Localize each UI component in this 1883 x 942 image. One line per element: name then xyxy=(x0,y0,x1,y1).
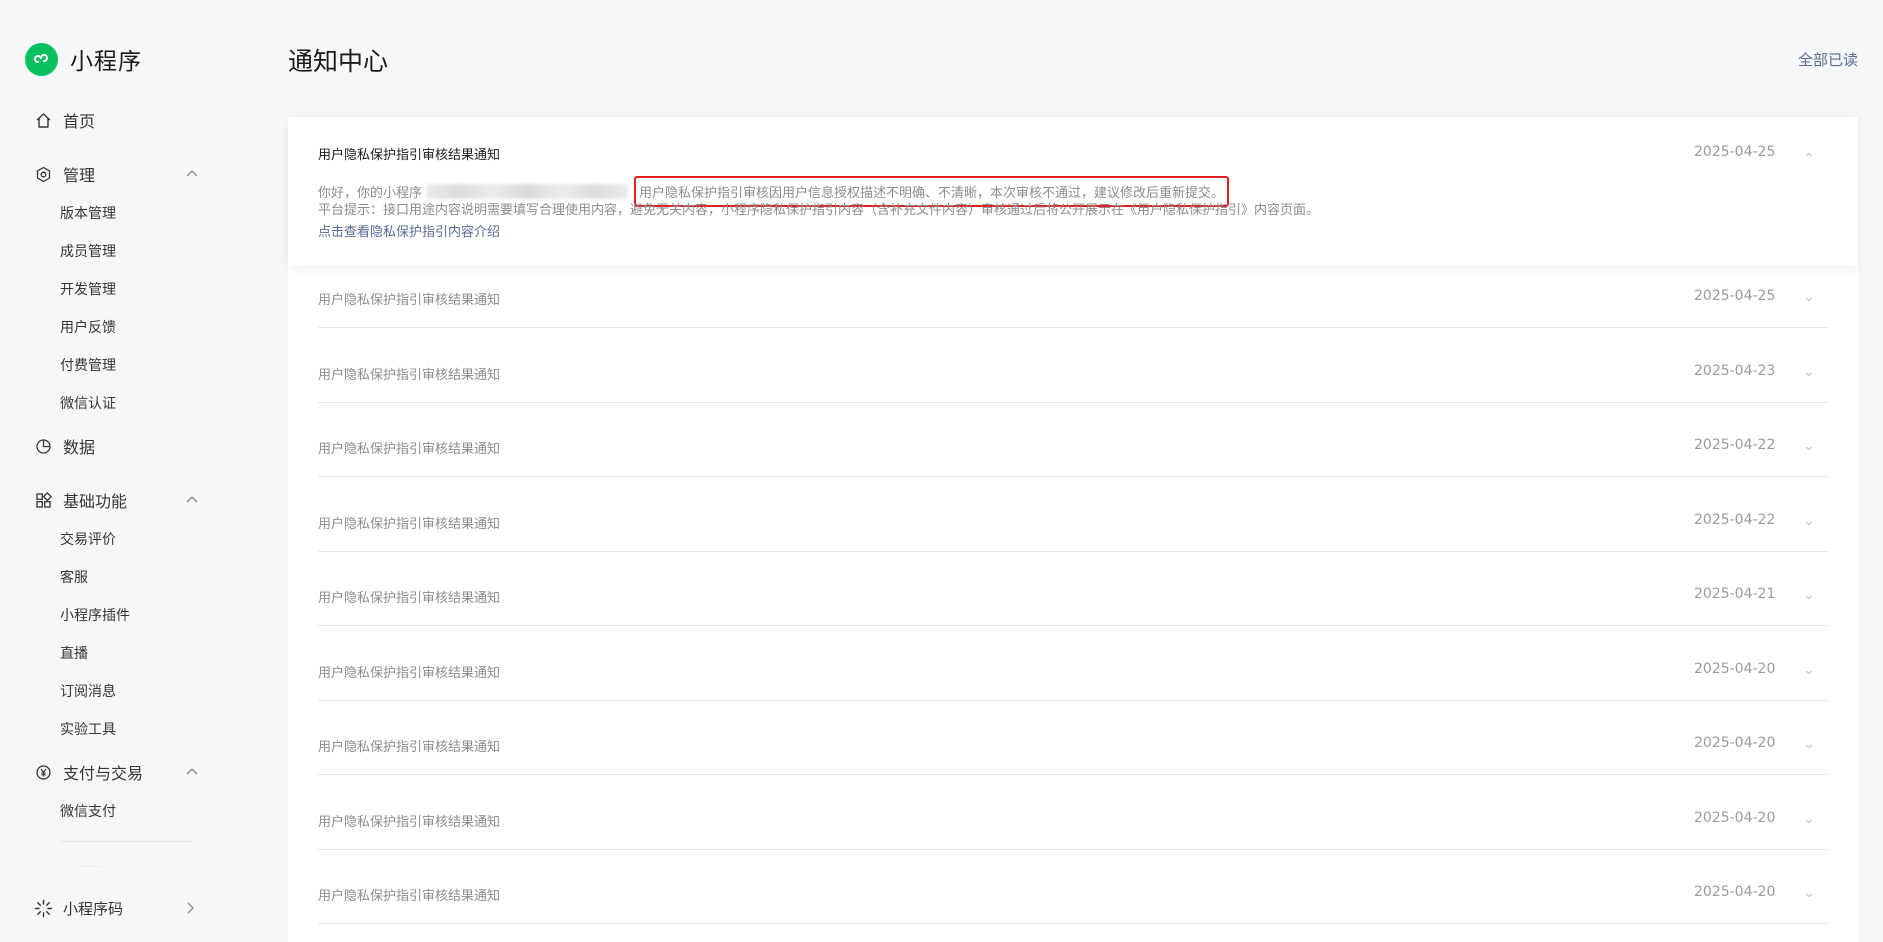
sidebar-item-wechat-pay[interactable]: 微信支付 xyxy=(60,802,116,822)
chevron-up-icon xyxy=(184,166,200,182)
notification-title: 用户隐私保护指引审核结果通知 xyxy=(318,148,501,163)
chevron-down-icon[interactable] xyxy=(1804,513,1814,525)
notification-date: 2025-04-20 xyxy=(1694,660,1776,677)
chevron-down-icon[interactable] xyxy=(1804,885,1814,898)
settings-hexagon-icon xyxy=(34,165,52,183)
notification-date: 2025-04-21 xyxy=(1694,586,1776,602)
notification-date: 2025-04-25 xyxy=(1694,288,1776,304)
chevron-up-icon xyxy=(184,492,200,508)
chevron-down-icon[interactable] xyxy=(1804,364,1814,376)
sidebar-item-reviews[interactable]: 交易评价 xyxy=(60,530,116,550)
sidebar-item-home[interactable]: 首页 xyxy=(34,108,95,132)
notification-title: 用户隐私保护指引审核结果通知 xyxy=(318,740,501,755)
page-title: 通知中心 xyxy=(288,47,389,76)
notification-date: 2025-04-22 xyxy=(1694,511,1776,528)
sidebar-item-dev[interactable]: 开发管理 xyxy=(60,280,116,300)
sidebar: 小程序 首页 管理 版本管理 成员管理 开发管理 用户反馈 付费管理 微信认证 … xyxy=(0,0,240,942)
notification-date: 2025-04-20 xyxy=(1694,884,1776,900)
sidebar-group-manage[interactable]: 管理 xyxy=(34,162,198,186)
sidebar-item-label: 数据 xyxy=(63,438,96,457)
notification-title: 用户隐私保护指引审核结果通知 xyxy=(318,889,501,904)
sidebar-item-label: 首页 xyxy=(63,112,96,131)
miniprogram-code-icon xyxy=(34,899,53,918)
sidebar-group-pay[interactable]: 支付与交易 xyxy=(34,760,198,784)
chevron-down-icon[interactable] xyxy=(1804,736,1814,749)
sidebar-item-feedback[interactable]: 用户反馈 xyxy=(60,318,116,338)
sidebar-item-members[interactable]: 成员管理 xyxy=(60,242,116,262)
brand[interactable]: 小程序 xyxy=(25,42,142,76)
chevron-down-icon[interactable] xyxy=(1804,662,1814,674)
notification-title: 用户隐私保护指引审核结果通知 xyxy=(318,591,501,606)
notification-date: 2025-04-22 xyxy=(1694,437,1776,453)
chevron-down-icon[interactable] xyxy=(1804,289,1814,302)
notification-title: 用户隐私保护指引审核结果通知 xyxy=(318,293,501,308)
sidebar-item-version[interactable]: 版本管理 xyxy=(60,204,116,224)
notification-title: 用户隐私保护指引审核结果通知 xyxy=(318,665,501,681)
notification-item[interactable]: 用户隐私保护指引审核结果通知 2025-04-22 xyxy=(318,415,1828,477)
notification-date: 2025-04-25 xyxy=(1694,144,1776,160)
sidebar-item-wechat-auth[interactable]: 微信认证 xyxy=(60,394,116,414)
chevron-down-icon[interactable] xyxy=(1804,438,1814,451)
notification-item[interactable]: 用户隐私保护指引审核结果通知 2025-04-25 xyxy=(318,266,1828,328)
home-icon xyxy=(34,111,52,129)
chevron-up-icon xyxy=(184,764,200,780)
sidebar-group-label: 基础功能 xyxy=(63,492,128,511)
sidebar-divider xyxy=(80,866,100,867)
sidebar-item-billing[interactable]: 付费管理 xyxy=(60,356,116,376)
notification-title: 用户隐私保护指引审核结果通知 xyxy=(318,516,501,532)
notification-title: 用户隐私保护指引审核结果通知 xyxy=(318,442,501,457)
chevron-up-icon[interactable] xyxy=(1804,145,1814,157)
grid-apps-icon xyxy=(34,491,52,509)
brand-name: 小程序 xyxy=(70,49,142,75)
notification-item[interactable]: 用户隐私保护指引审核结果通知 2025-04-20 xyxy=(318,713,1828,775)
notification-item[interactable]: 用户隐私保护指引审核结果通知 2025-04-21 xyxy=(318,564,1828,626)
notification-item[interactable]: 用户隐私保护指引审核结果通知 2025-04-20 xyxy=(318,639,1828,701)
sidebar-group-label: 管理 xyxy=(63,166,96,185)
notification-date: 2025-04-20 xyxy=(1694,809,1776,826)
sidebar-item-experiment[interactable]: 实验工具 xyxy=(60,720,116,740)
sidebar-item-qrcode[interactable]: 小程序码 xyxy=(34,896,194,920)
chevron-down-icon[interactable] xyxy=(1804,811,1814,823)
notification-title: 用户隐私保护指引审核结果通知 xyxy=(318,814,501,830)
chevron-right-icon xyxy=(182,900,198,916)
sidebar-group-basic[interactable]: 基础功能 xyxy=(34,488,198,512)
privacy-guide-link[interactable]: 点击查看隐私保护指引内容介绍 xyxy=(318,221,500,240)
notification-list: 用户隐私保护指引审核结果通知 2025-04-25 你好，你的小程序 用户隐私保… xyxy=(288,117,1858,942)
sidebar-item-support[interactable]: 客服 xyxy=(60,568,88,588)
notification-item[interactable]: 用户隐私保护指引审核结果通知 2025-04-20 xyxy=(318,862,1828,924)
sidebar-item-subscribe[interactable]: 订阅消息 xyxy=(60,682,116,702)
sidebar-divider xyxy=(60,841,194,842)
yuan-coin-icon xyxy=(34,763,52,781)
notification-item[interactable]: 用户隐私保护指引审核结果通知 2025-04-22 xyxy=(318,490,1828,552)
notification-title: 用户隐私保护指引审核结果通知 xyxy=(318,367,501,383)
sidebar-item-label: 小程序码 xyxy=(63,899,124,918)
sidebar-item-live[interactable]: 直播 xyxy=(60,644,88,664)
notification-item[interactable]: 用户隐私保护指引审核结果通知 2025-04-23 xyxy=(318,341,1828,403)
sidebar-group-label: 支付与交易 xyxy=(63,764,144,783)
pie-chart-icon xyxy=(34,437,52,455)
notification-date: 2025-04-20 xyxy=(1694,735,1776,751)
notification-item-expanded[interactable]: 用户隐私保护指引审核结果通知 2025-04-25 你好，你的小程序 用户隐私保… xyxy=(288,117,1858,266)
redacted-app-name xyxy=(426,184,629,199)
miniprogram-logo-icon xyxy=(25,42,58,76)
sidebar-item-plugins[interactable]: 小程序插件 xyxy=(60,606,130,626)
mark-all-read-link[interactable]: 全部已读 xyxy=(1798,49,1858,70)
notification-tip: 平台提示：接口用途内容说明需要填写合理使用内容，避免无关内容，小程序隐私保护指引… xyxy=(318,203,1320,218)
sidebar-item-data[interactable]: 数据 xyxy=(34,434,95,458)
chevron-down-icon[interactable] xyxy=(1804,587,1814,600)
notification-item[interactable]: 用户隐私保护指引审核结果通知 2025-04-20 xyxy=(318,788,1828,850)
notification-date: 2025-04-23 xyxy=(1694,362,1776,379)
